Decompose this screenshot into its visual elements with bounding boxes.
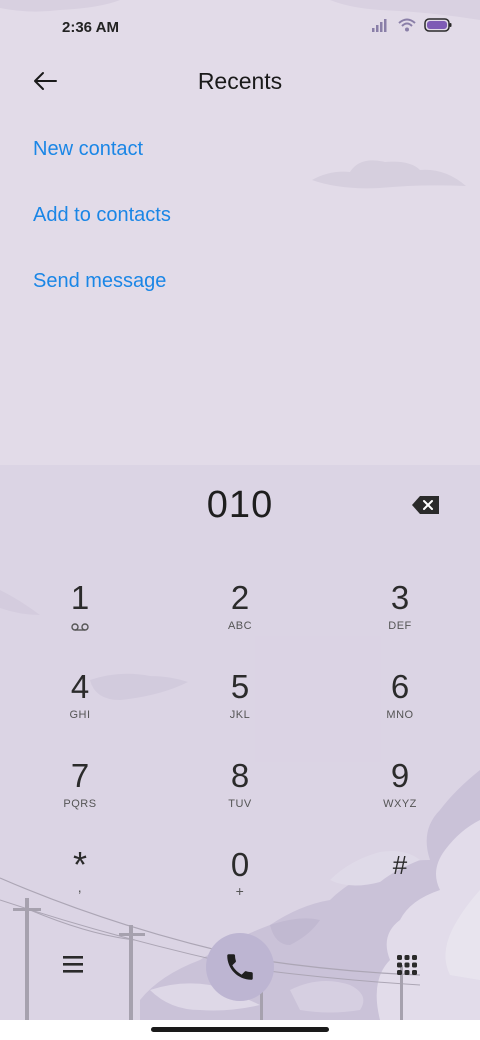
- key-digit: #: [392, 850, 408, 880]
- phone-icon: [227, 954, 253, 980]
- wifi-icon: [398, 18, 416, 32]
- key-digit: 1: [70, 579, 90, 616]
- menu-button[interactable]: [60, 953, 86, 980]
- key-7[interactable]: 7 PQRS: [20, 756, 140, 834]
- home-indicator[interactable]: [151, 1027, 329, 1032]
- key-1[interactable]: 1: [20, 578, 140, 656]
- header: Recents: [0, 56, 480, 106]
- key-letters: MNO: [386, 709, 414, 721]
- keypad-icon: [397, 955, 417, 975]
- dialed-number: 010: [206, 484, 274, 526]
- status-icons: [372, 18, 452, 32]
- key-0[interactable]: 0 +: [180, 845, 300, 923]
- voicemail-icon: [71, 623, 89, 631]
- key-digit: 2: [230, 579, 250, 616]
- hamburger-menu-icon: [63, 956, 83, 973]
- key-digit: 9: [390, 757, 410, 794]
- signal-icon: [372, 19, 387, 32]
- key-digit: 8: [230, 757, 250, 794]
- key-digit: 3: [390, 579, 410, 616]
- key-letters: GHI: [69, 709, 91, 721]
- call-button[interactable]: [206, 933, 274, 1001]
- backspace-icon: [412, 496, 439, 514]
- backspace-button[interactable]: [411, 495, 445, 519]
- key-4[interactable]: 4 GHI: [20, 667, 140, 745]
- key-letters: PQRS: [63, 798, 97, 810]
- keypad-toggle-button[interactable]: [395, 953, 419, 982]
- key-letters: ABC: [227, 620, 253, 632]
- key-hash[interactable]: #: [340, 845, 460, 923]
- key-6[interactable]: 6 MNO: [340, 667, 460, 745]
- key-digit: 5: [230, 668, 250, 705]
- key-digit: 4: [70, 668, 90, 705]
- key-letters: WXYZ: [383, 798, 417, 810]
- key-digit: 7: [70, 757, 90, 794]
- key-5[interactable]: 5 JKL: [180, 667, 300, 745]
- key-9[interactable]: 9 WXYZ: [340, 756, 460, 834]
- key-2[interactable]: 2 ABC: [180, 578, 300, 656]
- send-message-link[interactable]: Send message: [33, 270, 166, 293]
- key-8[interactable]: 8 TUV: [180, 756, 300, 834]
- key-digit: 6: [390, 668, 410, 705]
- key-letters: +: [235, 883, 245, 899]
- key-3[interactable]: 3 DEF: [340, 578, 460, 656]
- key-letters: DEF: [388, 620, 412, 632]
- battery-icon: [424, 18, 452, 32]
- new-contact-link[interactable]: New contact: [33, 138, 143, 161]
- key-letters: ,: [77, 879, 83, 895]
- status-bar: 2:36 AM: [0, 0, 480, 56]
- status-time: 2:36 AM: [62, 19, 119, 36]
- add-to-contacts-link[interactable]: Add to contacts: [33, 204, 171, 227]
- page-title: Recents: [197, 68, 283, 94]
- key-letters: TUV: [228, 798, 252, 810]
- key-star[interactable]: * ,: [20, 845, 140, 923]
- key-digit: 0: [230, 846, 250, 883]
- key-letters: JKL: [229, 709, 251, 721]
